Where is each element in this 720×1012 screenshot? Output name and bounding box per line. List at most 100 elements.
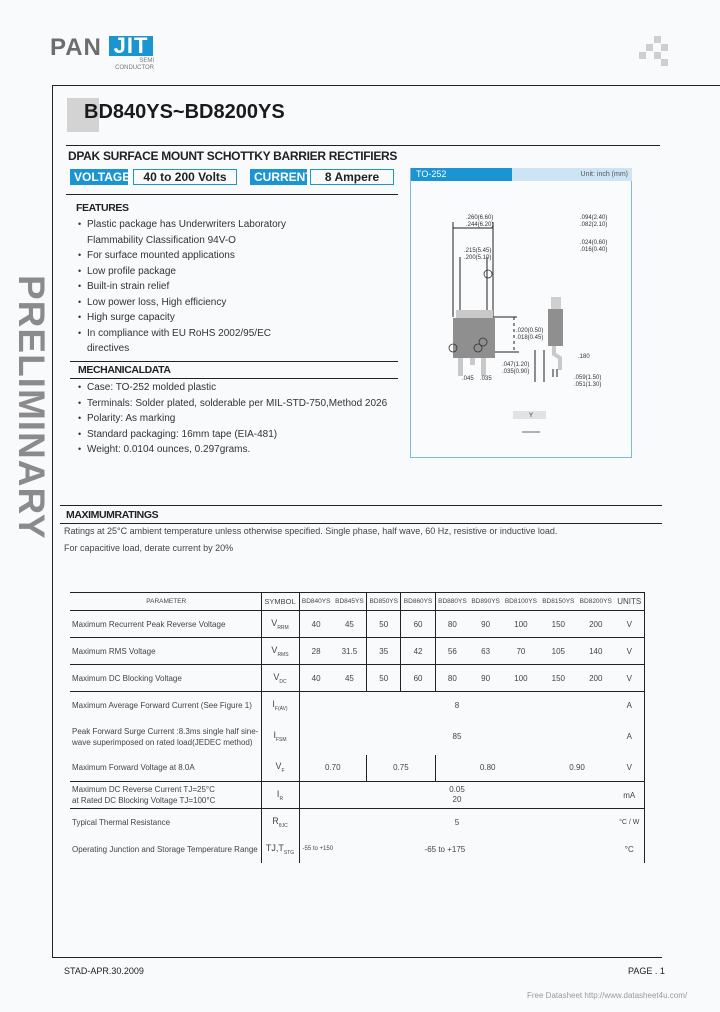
logo-pan: PAN	[50, 34, 102, 61]
table-row: Typical Thermal Resistance RθJC 5 °C / W	[70, 808, 645, 836]
cell-value: 60	[400, 664, 436, 692]
package-unit: Unit: inch (mm)	[512, 168, 632, 181]
dim-text: .035	[480, 376, 492, 382]
dim-text: .244(6.20)	[466, 222, 494, 228]
dim-text: .260(6.60)	[466, 215, 494, 221]
dim-label: .045	[462, 376, 474, 383]
row-symbol: VDC	[260, 664, 300, 692]
cell-value: 31.5	[332, 637, 367, 665]
symbol-sub: F(AV)	[274, 705, 288, 712]
page-title: BD840YS~BD8200YS	[84, 101, 285, 123]
symbol-sub: RRM	[277, 624, 289, 631]
header-part: BD8150YS	[539, 592, 578, 611]
header-part: BD890YS	[469, 592, 503, 611]
cell-value: 90	[469, 664, 503, 692]
footer-doc-id: STAD-APR.30.2009	[64, 966, 144, 976]
cell-value: 0.75	[366, 754, 436, 782]
row-symbol: VF	[260, 754, 300, 782]
decor-square	[661, 44, 668, 51]
cell-value: 50	[366, 610, 401, 638]
decor-square	[654, 52, 661, 59]
package-tab	[456, 310, 493, 318]
dim-label: .024(0.60) .016(0.40)	[580, 240, 607, 254]
table-row: Maximum Recurrent Peak Reverse Voltage V…	[70, 610, 645, 638]
footer-watermark-link[interactable]: Free Datasheet http://www.datasheet4u.co…	[527, 991, 687, 1000]
row-symbol: TJ,TSTG	[260, 835, 300, 863]
decor-square	[646, 44, 653, 51]
dim-label: .059(1.50) .051(1.30)	[574, 375, 601, 389]
dim-label: .047(1.20) .035(0.90)	[502, 362, 529, 376]
package-body	[453, 318, 495, 358]
value-line: 20	[452, 795, 462, 804]
divider	[60, 505, 662, 506]
decor-square	[654, 36, 661, 43]
symbol-sub: R	[279, 795, 284, 802]
decor-square	[661, 59, 668, 66]
cell-value: 63	[469, 637, 503, 665]
dim-text: .020(0.50)	[516, 328, 544, 334]
cell-value: 0.90	[569, 763, 585, 773]
package-name: TO-252	[411, 168, 512, 181]
cell-unit: mA	[614, 781, 645, 809]
cell-value: 45	[332, 664, 367, 692]
table-row: Maximum Average Forward Current (See Fig…	[70, 691, 645, 719]
cell-value: 70	[502, 637, 540, 665]
header-units: UNITS	[614, 592, 645, 611]
cell-value: 50	[366, 664, 401, 692]
dim-text: .045	[462, 376, 474, 382]
cell-unit: V	[614, 637, 645, 665]
dim-label: .180	[578, 354, 590, 361]
logo-tagline: SEMI CONDUCTOR	[108, 58, 154, 72]
dim-text: .059(1.50)	[574, 375, 602, 381]
feature-item: Plastic package has Underwriters Laborat…	[75, 217, 315, 248]
mechanical-list: Case: TO-252 molded plastic Terminals: S…	[75, 380, 405, 458]
row-parameter: Operating Junction and Storage Temperatu…	[72, 844, 258, 854]
cell-value: 150	[539, 664, 578, 692]
dim-label: .215(5.45) .200(5.10)	[464, 248, 491, 262]
package-side-lead	[552, 346, 562, 370]
row-symbol: VRMS	[260, 637, 300, 665]
dim-text: .051(1.30)	[574, 382, 602, 388]
header-part: BD8200YS	[577, 592, 615, 611]
header-part: BD840YS	[299, 592, 333, 611]
cell-value: 40	[299, 664, 333, 692]
feature-item: High surge capacity	[75, 310, 315, 326]
dim-text: .180	[578, 354, 590, 360]
cell-unit: V	[614, 664, 645, 692]
dim-text: .018(0.45)	[516, 335, 544, 341]
frame-left-line	[52, 85, 53, 958]
cell-unit: °C	[614, 835, 645, 863]
cell-value: 60	[400, 610, 436, 638]
features-heading: FEATURES	[76, 202, 129, 214]
table-row: Maximum RMS Voltage VRMS 28 31.5 35 42 5…	[70, 637, 645, 665]
symbol-sub: DC	[279, 678, 287, 685]
ratings-table: PARAMETER SYMBOL BD840YS BD845YS BD850YS…	[70, 592, 645, 863]
header-part: BD880YS	[434, 592, 470, 611]
table-row: Peak Forward Surge Current :8.3ms single…	[70, 718, 645, 755]
feature-item: Low power loss, High efficiency	[75, 295, 315, 311]
decor-square	[639, 52, 646, 59]
cell-value: 8	[299, 691, 615, 719]
cell-value: 150	[539, 610, 578, 638]
row-symbol: IFSM	[260, 718, 300, 755]
cell-value: 140	[577, 637, 615, 665]
current-label: CURRENT	[250, 169, 313, 185]
cell-value: 100	[502, 664, 540, 692]
param-line: at Rated DC Blocking Voltage TJ=100°C	[72, 796, 216, 805]
header-part: BD845YS	[332, 592, 367, 611]
param-line: Maximum DC Reverse Current TJ=25°C	[72, 785, 215, 794]
logo-tagline-1: SEMI	[139, 58, 154, 64]
package-lead	[458, 358, 463, 376]
feature-item: Low profile package	[75, 264, 315, 280]
cell-value-small: -55 to +150	[302, 846, 334, 852]
dim-text: .024(0.60)	[580, 240, 608, 246]
features-list: Plastic package has Underwriters Laborat…	[75, 217, 315, 357]
subtitle: DPAK SURFACE MOUNT SCHOTTKY BARRIER RECT…	[68, 149, 398, 163]
row-parameter: Typical Thermal Resistance	[70, 808, 261, 836]
table-row: Maximum DC Reverse Current TJ=25°C at Rat…	[70, 781, 645, 809]
row-parameter: Maximum DC Reverse Current TJ=25°C at Rat…	[70, 781, 261, 809]
row-symbol: IR	[260, 781, 300, 809]
dim-label: .260(6.60) .244(6.20)	[466, 215, 493, 229]
header-parameter: PARAMETER	[70, 592, 261, 611]
preliminary-watermark: PRELIMINARY	[11, 275, 52, 540]
